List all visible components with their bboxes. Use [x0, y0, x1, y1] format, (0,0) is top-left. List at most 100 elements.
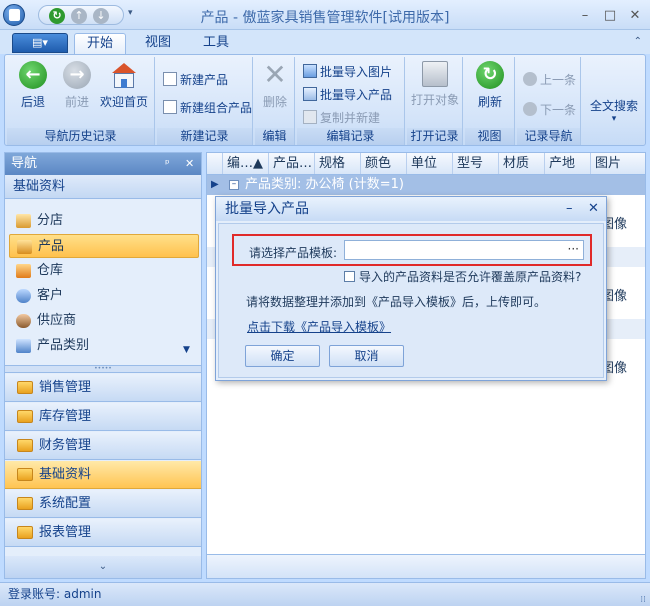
- tab-view[interactable]: 视图: [138, 33, 178, 54]
- nav-group-inventory[interactable]: 库存管理: [5, 403, 201, 431]
- cancel-button[interactable]: 取消: [329, 345, 404, 367]
- tab-start[interactable]: 开始: [74, 33, 126, 54]
- open-object-button[interactable]: 打开对象: [409, 61, 461, 108]
- column-header-spec[interactable]: 规格: [315, 153, 361, 174]
- column-header-unit[interactable]: 单位: [407, 153, 453, 174]
- ok-button[interactable]: 确定: [245, 345, 320, 367]
- application-menu-button[interactable]: ▤▾: [12, 33, 68, 53]
- column-header-code[interactable]: 编…▲: [223, 153, 269, 174]
- back-button[interactable]: ← 后退: [13, 61, 53, 110]
- new-combo-product-button[interactable]: 新建组合产品: [163, 99, 252, 116]
- nav-overflow-icon[interactable]: ⌄: [5, 556, 201, 578]
- supplier-icon: [16, 314, 31, 328]
- column-header-image[interactable]: 图片: [591, 153, 645, 174]
- nav-item-branch[interactable]: 分店: [9, 209, 199, 233]
- batch-import-images-button[interactable]: 批量导入图片: [303, 63, 392, 80]
- group-label-record-nav: 记录导航: [517, 128, 580, 145]
- tab-tools[interactable]: 工具: [196, 33, 236, 54]
- warehouse-icon: [16, 264, 31, 278]
- pin-icon[interactable]: ᵖ: [165, 153, 170, 175]
- home-button[interactable]: 欢迎首页: [97, 61, 151, 110]
- batch-import-products-button[interactable]: 批量导入产品: [303, 86, 392, 103]
- nav-close-icon[interactable]: ✕: [185, 153, 194, 175]
- close-button[interactable]: ✕: [628, 8, 642, 23]
- download-template-link[interactable]: 点击下载《产品导入模板》: [247, 318, 391, 335]
- nav-group-basic-data[interactable]: 基础资料: [5, 461, 201, 489]
- window-title: 产品 - 傲蓝家具销售管理软件[试用版本]: [200, 10, 450, 26]
- grid-footer: [207, 554, 645, 578]
- nav-item-product-category[interactable]: 产品类别: [9, 334, 199, 358]
- new-document-icon: [163, 100, 177, 114]
- folder-icon: [17, 497, 33, 510]
- minimize-button[interactable]: –: [578, 8, 592, 23]
- collapse-icon[interactable]: –: [229, 180, 239, 190]
- instruction-text: 请将数据整理并添加到《产品导入模板》后，上传即可。: [246, 295, 547, 309]
- ribbon-collapse-icon[interactable]: ⌃: [634, 36, 642, 47]
- ribbon-tab-bar: ▤▾ 开始 视图 工具 ⌃: [0, 30, 650, 54]
- dialog-title-bar: 批量导入产品 – ✕: [216, 197, 606, 221]
- overwrite-checkbox[interactable]: [344, 271, 355, 282]
- folder-icon: [17, 439, 33, 452]
- previous-record-button[interactable]: 上一条: [523, 71, 576, 88]
- chevron-down-icon: ▾: [611, 114, 617, 124]
- back-arrow-icon: ←: [19, 61, 47, 89]
- grid-header: 编…▲ 产品… 规格 颜色 单位 型号 材质 产地 图片: [207, 153, 645, 175]
- nav-item-supplier[interactable]: 供应商: [9, 309, 199, 333]
- nav-item-warehouse[interactable]: 仓库: [9, 259, 199, 283]
- refresh-button[interactable]: ↻ 刷新: [467, 61, 513, 110]
- nav-group-system-config[interactable]: 系统配置: [5, 490, 201, 518]
- dialog-minimize-button[interactable]: –: [566, 197, 573, 221]
- row-indicator-icon: ▶: [211, 179, 219, 190]
- new-product-button[interactable]: 新建产品: [163, 71, 228, 88]
- resize-grip-icon[interactable]: ⁞⁞: [640, 589, 646, 606]
- column-header-origin[interactable]: 产地: [545, 153, 591, 174]
- product-folder-icon: [17, 240, 32, 254]
- column-header-material[interactable]: 材质: [499, 153, 545, 174]
- folder-icon: [17, 410, 33, 423]
- nav-group-reports[interactable]: 报表管理: [5, 519, 201, 547]
- folder-icon: [17, 381, 33, 394]
- dialog-close-button[interactable]: ✕: [588, 197, 599, 221]
- overwrite-checkbox-row[interactable]: 导入的产品资料是否允许覆盖原产品资料?: [344, 268, 581, 285]
- nav-scroll-down-icon[interactable]: ▼: [183, 345, 190, 355]
- group-record-nav: 上一条 下一条 记录导航: [517, 57, 581, 145]
- nav-splitter[interactable]: •••••: [5, 365, 201, 373]
- new-document-icon: [163, 72, 177, 86]
- column-header-product[interactable]: 产品…: [269, 153, 315, 174]
- browse-ellipsis-button[interactable]: ···: [568, 242, 579, 256]
- delete-x-icon: ✕: [263, 58, 287, 91]
- group-view: ↻ 刷新 视图: [465, 57, 515, 145]
- maximize-button[interactable]: □: [603, 8, 617, 23]
- group-row[interactable]: ▶ – 产品类别: 办公椅 (计数=1): [207, 175, 645, 195]
- nav-group-finance[interactable]: 财务管理: [5, 432, 201, 460]
- folder-icon: [17, 468, 33, 481]
- batch-import-dialog: 批量导入产品 – ✕ 请选择产品模板: ··· 导入的产品资料是否允许覆盖原产品…: [215, 196, 607, 381]
- folder-icon: [17, 526, 33, 539]
- next-record-button[interactable]: 下一条: [523, 101, 576, 118]
- dialog-body: 请选择产品模板: ··· 导入的产品资料是否允许覆盖原产品资料? 请将数据整理并…: [218, 223, 604, 378]
- login-account-text: 登录账号: admin: [8, 587, 102, 601]
- delete-button[interactable]: ✕ 删除: [257, 61, 293, 110]
- copy-icon: [303, 110, 317, 124]
- grid-corner: [207, 153, 223, 174]
- template-file-input[interactable]: ···: [344, 240, 584, 260]
- import-products-icon: [303, 87, 317, 101]
- group-edit-record: 批量导入图片 批量导入产品 复制并新建 编辑记录: [297, 57, 405, 145]
- customer-icon: [16, 289, 31, 303]
- refresh-icon: ↻: [476, 61, 504, 89]
- copy-and-new-button[interactable]: 复制并新建: [303, 109, 380, 126]
- nav-item-product[interactable]: 产品: [9, 234, 199, 258]
- column-header-model[interactable]: 型号: [453, 153, 499, 174]
- ribbon: ← 后退 → 前进 欢迎首页 导航历史记录 新建产品 新建组合产品 新建记录 ✕…: [4, 54, 646, 146]
- nav-item-customer[interactable]: 客户: [9, 284, 199, 308]
- column-header-color[interactable]: 颜色: [361, 153, 407, 174]
- group-label-edit-record: 编辑记录: [297, 128, 404, 145]
- group-search: 全文搜索 ▾: [583, 57, 645, 145]
- forward-button[interactable]: → 前进: [57, 61, 97, 110]
- nav-group-sales[interactable]: 销售管理: [5, 374, 201, 402]
- template-field-label: 请选择产品模板:: [249, 246, 338, 260]
- open-object-icon: [422, 61, 448, 87]
- template-field-highlight: 请选择产品模板: ···: [232, 234, 592, 266]
- full-text-search-button[interactable]: 全文搜索 ▾: [583, 97, 645, 124]
- import-images-icon: [303, 64, 317, 78]
